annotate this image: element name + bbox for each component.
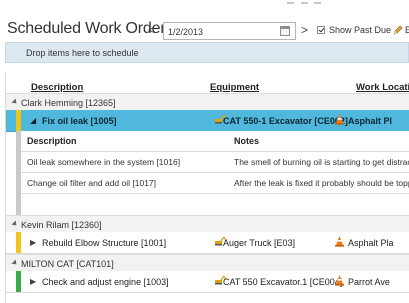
group-label: Kevin Rilam [12360] [21, 220, 102, 230]
edit-button-label[interactable]: E [405, 25, 409, 35]
work-location: Asphalt Pl [348, 116, 393, 126]
work-order-description: Check and adjust engine [1003] [42, 277, 169, 287]
traffic-cone-icon [335, 114, 344, 125]
collapse-triangle-icon[interactable] [11, 98, 19, 106]
window-top-edge [0, 0, 409, 9]
work-order-row[interactable]: ▶ Check and adjust engine [1003] CAT 550… [6, 271, 409, 293]
equipment-name: CAT 550 Excavator.1 [CE004] [223, 277, 343, 287]
date-input[interactable] [168, 25, 268, 38]
priority-stripe [16, 110, 21, 131]
priority-stripe [16, 232, 21, 253]
detail-description: Change oil filter and add oil [1017] [27, 178, 157, 188]
detail-header-notes: Notes [234, 136, 260, 146]
detail-notes: After the leak is fixed it probably shou… [234, 178, 409, 188]
previous-date-button[interactable]: < [148, 24, 155, 36]
work-order-description: Rebuild Elbow Structure [1001] [42, 238, 167, 248]
show-past-due-label: Show Past Due [329, 25, 392, 35]
drop-zone-text: Drop items here to schedule [26, 48, 139, 58]
detail-row[interactable]: Change oil filter and add oil [1017] Aft… [21, 172, 409, 192]
schedule-drop-zone[interactable]: Drop items here to schedule [5, 42, 409, 63]
equipment-name: Auger Truck [E03] [223, 238, 296, 248]
work-order-details-panel: Description Notes Oil leak somewhere in … [16, 131, 409, 215]
expand-arrow-icon[interactable]: ▶ [30, 277, 36, 286]
expand-arrow-icon[interactable]: ▶ [30, 238, 36, 247]
work-location: Parrot Ave [348, 277, 390, 287]
detail-row[interactable]: Oil leak somewhere in the system [1016] … [21, 151, 409, 171]
next-date-button[interactable]: > [301, 24, 308, 36]
expand-arrow-icon[interactable]: ◢ [30, 116, 36, 125]
collapse-triangle-icon[interactable] [11, 220, 19, 228]
work-order-row-selected[interactable]: ◢ Fix oil leak [1005] CAT 550-1 Excavato… [6, 110, 409, 132]
date-picker[interactable] [163, 22, 296, 40]
detail-description: Oil leak somewhere in the system [1016] [27, 157, 181, 167]
toolbar: Scheduled Work Orders < > Show Past Due … [0, 12, 409, 42]
column-header-work-location[interactable]: Work Locatio [356, 82, 409, 93]
traffic-cone-icon [335, 275, 344, 286]
show-past-due-checkbox[interactable] [317, 26, 325, 34]
work-location: Asphalt Pla [348, 238, 394, 248]
priority-stripe [16, 271, 21, 292]
equipment-name: CAT 550-1 Excavator [CE002] [223, 116, 348, 126]
detail-notes: The smell of burning oil is starting to … [234, 157, 409, 167]
divider [21, 193, 409, 194]
work-orders-grid: Description Equipment Work Locatio Clark… [5, 72, 409, 303]
detail-header-description: Description [27, 136, 77, 146]
pencil-icon[interactable] [392, 24, 404, 36]
work-order-row[interactable]: ▶ Rebuild Elbow Structure [1001] Auger T… [6, 232, 409, 254]
traffic-cone-icon [335, 236, 344, 247]
column-header-equipment[interactable]: Equipment [210, 82, 259, 93]
group-label: Clark Hemming [12365] [21, 98, 116, 108]
collapse-triangle-icon[interactable] [11, 259, 19, 267]
group-label: MILTON CAT [CAT101] [21, 259, 114, 269]
resize-grip-icon[interactable] [287, 1, 321, 6]
column-header-description[interactable]: Description [31, 82, 83, 93]
calendar-icon[interactable] [280, 26, 290, 36]
work-order-description: Fix oil leak [1005] [42, 116, 117, 126]
